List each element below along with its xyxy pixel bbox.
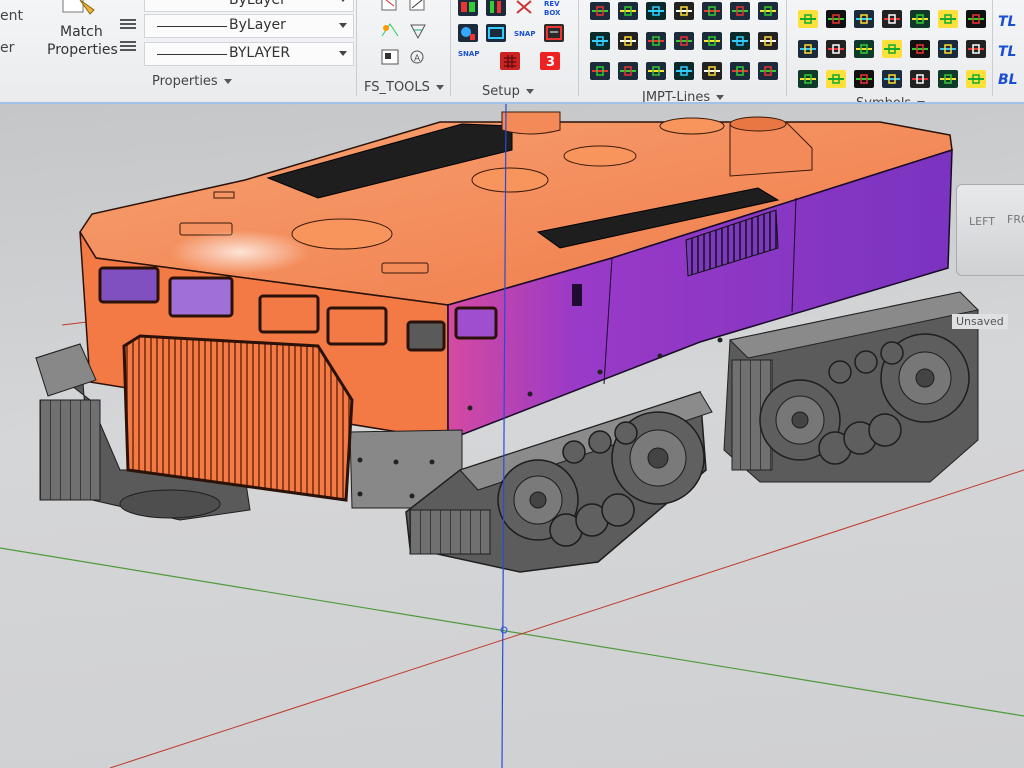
symbols-tool-icon[interactable] [882,40,902,58]
panel-divider [578,0,579,96]
jmpt-tool-icon[interactable] [758,32,778,50]
model-scene[interactable] [0,104,1024,768]
symbols-tool-icon[interactable] [826,10,846,28]
jmpt-tool-icon[interactable] [618,62,638,80]
symbols-tool-icon[interactable] [966,40,986,58]
chevron-down-icon [339,51,347,56]
symbols-tool-icon[interactable] [826,40,846,58]
symbols-tool-icon[interactable] [938,10,958,28]
panel-divider [450,0,451,96]
chevron-down-icon [339,23,347,28]
jmpt-tool-icon[interactable] [702,2,722,20]
lineweight-dropdown[interactable]: BYLAYER [144,42,354,66]
jmpt-tool-icon[interactable] [730,2,750,20]
tl-button-2[interactable]: TL [998,44,1016,60]
jmpt-tool-icon[interactable] [618,32,638,50]
jmpt-tool-icon[interactable] [702,62,722,80]
jmpt-tool-icon[interactable] [590,62,610,80]
fs-tools-panel-label[interactable]: FS_TOOLS [364,80,444,95]
linetype-dropdown[interactable]: ByLayer [144,14,354,38]
symbols-tool-icon[interactable] [798,10,818,28]
setup-icon-1[interactable] [458,0,478,16]
panel-divider [356,0,357,96]
setup-panel-label[interactable]: Setup [482,84,534,99]
symbols-tool-icon[interactable] [966,70,986,88]
fs-tool-icon-3[interactable] [380,22,400,40]
symbols-tool-icon[interactable] [910,40,930,58]
viewcube-face-front[interactable]: FRO [1007,213,1024,226]
layer-list-icon [118,16,138,66]
y-axis-line [0,547,1024,717]
match-properties-button[interactable]: Match Properties [44,0,118,66]
jmpt-tool-icon[interactable] [646,62,666,80]
symbols-tool-icon[interactable] [798,40,818,58]
jmpt-tool-icon[interactable] [590,2,610,20]
jmpt-lines-panel-label[interactable]: JMPT-Lines [642,90,725,102]
symbols-tool-icon[interactable] [910,10,930,28]
panel-divider [992,0,993,96]
viewcube[interactable]: LEFT FRO [956,184,1024,276]
jmpt-tool-icon[interactable] [758,2,778,20]
symbols-tool-icon[interactable] [798,70,818,88]
symbols-tool-icon[interactable] [882,10,902,28]
tl-button-1[interactable]: TL [998,14,1016,30]
symbols-tool-icon[interactable] [938,40,958,58]
front-grille [122,334,354,502]
setup-icon-2[interactable] [486,0,506,16]
caret-icon [223,79,232,84]
fs-tool-icon-6[interactable]: A [408,48,428,66]
symbols-tool-icon[interactable] [910,70,930,88]
jmpt-tool-icon[interactable] [646,2,666,20]
fs-tool-icon-1[interactable] [380,0,400,14]
caret-icon [435,85,444,90]
setup-icon-8[interactable]: 3 [540,52,560,70]
symbols-tool-icon[interactable] [854,40,874,58]
jmpt-tool-icon[interactable] [674,32,694,50]
visual-style-label[interactable]: Unsaved [952,314,1008,329]
jmpt-tool-icon[interactable] [702,32,722,50]
fs-tool-icon-4[interactable] [408,22,428,40]
symbols-tool-icon[interactable] [854,70,874,88]
caret-icon [716,95,725,100]
caret-icon [525,89,534,94]
cut-label-2: er [0,40,15,56]
cut-label-1: ent [0,8,23,24]
setup-icon-7[interactable] [500,52,520,70]
color-dropdown[interactable]: ByLayer [144,0,354,12]
match-properties-icon [60,0,100,22]
jmpt-tool-icon[interactable] [730,32,750,50]
setup-icon-6[interactable] [544,24,564,42]
symbols-tool-icon[interactable] [826,70,846,88]
svg-text:A: A [414,54,421,64]
setup-icon-4[interactable] [458,24,478,42]
fs-tool-icon-5[interactable] [380,48,400,66]
setup-icon-3[interactable] [514,0,534,16]
snap-label[interactable]: SNAP [514,30,535,38]
rev-box-label[interactable]: REV BOX [544,0,564,18]
fs-tool-icon-2[interactable] [408,0,428,14]
bl-button[interactable]: BL [998,72,1018,88]
symbols-tool-icon[interactable] [882,70,902,88]
symbols-tool-icon[interactable] [966,10,986,28]
jmpt-tool-icon[interactable] [674,62,694,80]
ribbon: ent er Match Properties ByLayer ByLayer … [0,0,1024,105]
jmpt-tool-icon[interactable] [758,62,778,80]
symbols-tool-icon[interactable] [938,70,958,88]
symbols-tool-icon[interactable] [854,10,874,28]
svg-text:3: 3 [546,55,555,70]
snap-label-2[interactable]: SNAP [458,50,479,58]
jmpt-tool-icon[interactable] [618,2,638,20]
properties-panel-label[interactable]: Properties [152,74,232,89]
jmpt-tool-icon[interactable] [674,2,694,20]
setup-icon-5[interactable] [486,24,506,42]
jmpt-tool-icon[interactable] [590,32,610,50]
jmpt-tool-icon[interactable] [730,62,750,80]
model-viewport[interactable]: LEFT FRO Unsaved [0,104,1024,768]
panel-divider [786,0,787,96]
viewcube-face-left[interactable]: LEFT [969,215,995,228]
jmpt-tool-icon[interactable] [646,32,666,50]
